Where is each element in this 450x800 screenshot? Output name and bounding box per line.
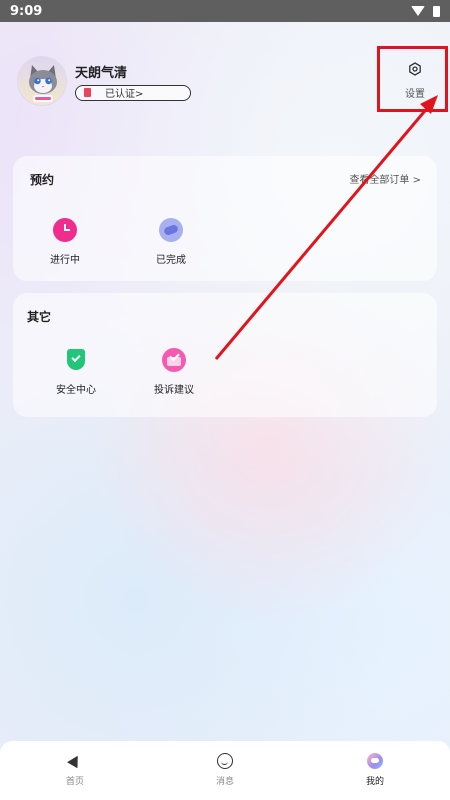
tab-messages-label: 消息 bbox=[215, 777, 234, 787]
tab-home[interactable]: 首页 bbox=[0, 741, 150, 800]
others-title: 其它 bbox=[27, 310, 52, 324]
tab-home-label: 首页 bbox=[65, 777, 84, 787]
tab-messages[interactable]: 消息 bbox=[150, 741, 300, 800]
clock-icon bbox=[53, 218, 77, 242]
complaints-label: 投诉建议 bbox=[154, 385, 194, 396]
appointments-title: 预约 bbox=[30, 173, 55, 187]
in-progress-label: 进行中 bbox=[50, 255, 80, 266]
home-icon bbox=[67, 753, 83, 769]
others-card: 其它 安全中心 投诉建议 bbox=[13, 293, 437, 417]
handshake-icon bbox=[159, 218, 183, 242]
status-icons bbox=[411, 5, 440, 17]
security-center[interactable]: 安全中心 bbox=[46, 348, 106, 396]
profile-info: 天朗气清 已认证> bbox=[75, 62, 191, 101]
username: 天朗气清 bbox=[75, 65, 128, 81]
status-bar: 9:09 bbox=[0, 0, 450, 22]
wifi-icon bbox=[411, 6, 425, 16]
appointments-card: 预约 查看全部订单 > 进行中 已完成 bbox=[13, 156, 437, 281]
message-icon bbox=[217, 753, 233, 769]
status-time: 9:09 bbox=[10, 3, 43, 19]
verified-badge[interactable]: 已认证> bbox=[75, 84, 191, 101]
appointment-completed[interactable]: 已完成 bbox=[141, 218, 201, 266]
verified-flag-icon bbox=[84, 88, 91, 97]
security-center-label: 安全中心 bbox=[56, 385, 96, 396]
profile-icon bbox=[367, 753, 383, 769]
bottom-tab-bar: 首页 消息 我的 bbox=[0, 741, 450, 800]
cat-avatar-icon bbox=[29, 65, 57, 102]
shield-icon bbox=[64, 348, 88, 372]
highlight-box bbox=[377, 46, 448, 112]
avatar[interactable] bbox=[17, 56, 67, 106]
verified-label: 已认证> bbox=[105, 89, 144, 100]
view-all-orders-link[interactable]: 查看全部订单 > bbox=[349, 171, 421, 186]
completed-label: 已完成 bbox=[156, 255, 186, 266]
battery-icon bbox=[433, 5, 440, 17]
profile-header[interactable]: 天朗气清 已认证> bbox=[17, 56, 191, 106]
tab-profile[interactable]: 我的 bbox=[300, 741, 450, 800]
complaints-suggestions[interactable]: 投诉建议 bbox=[144, 348, 204, 396]
complaint-icon bbox=[162, 348, 186, 372]
tab-profile-label: 我的 bbox=[365, 777, 384, 787]
appointment-in-progress[interactable]: 进行中 bbox=[35, 218, 95, 266]
